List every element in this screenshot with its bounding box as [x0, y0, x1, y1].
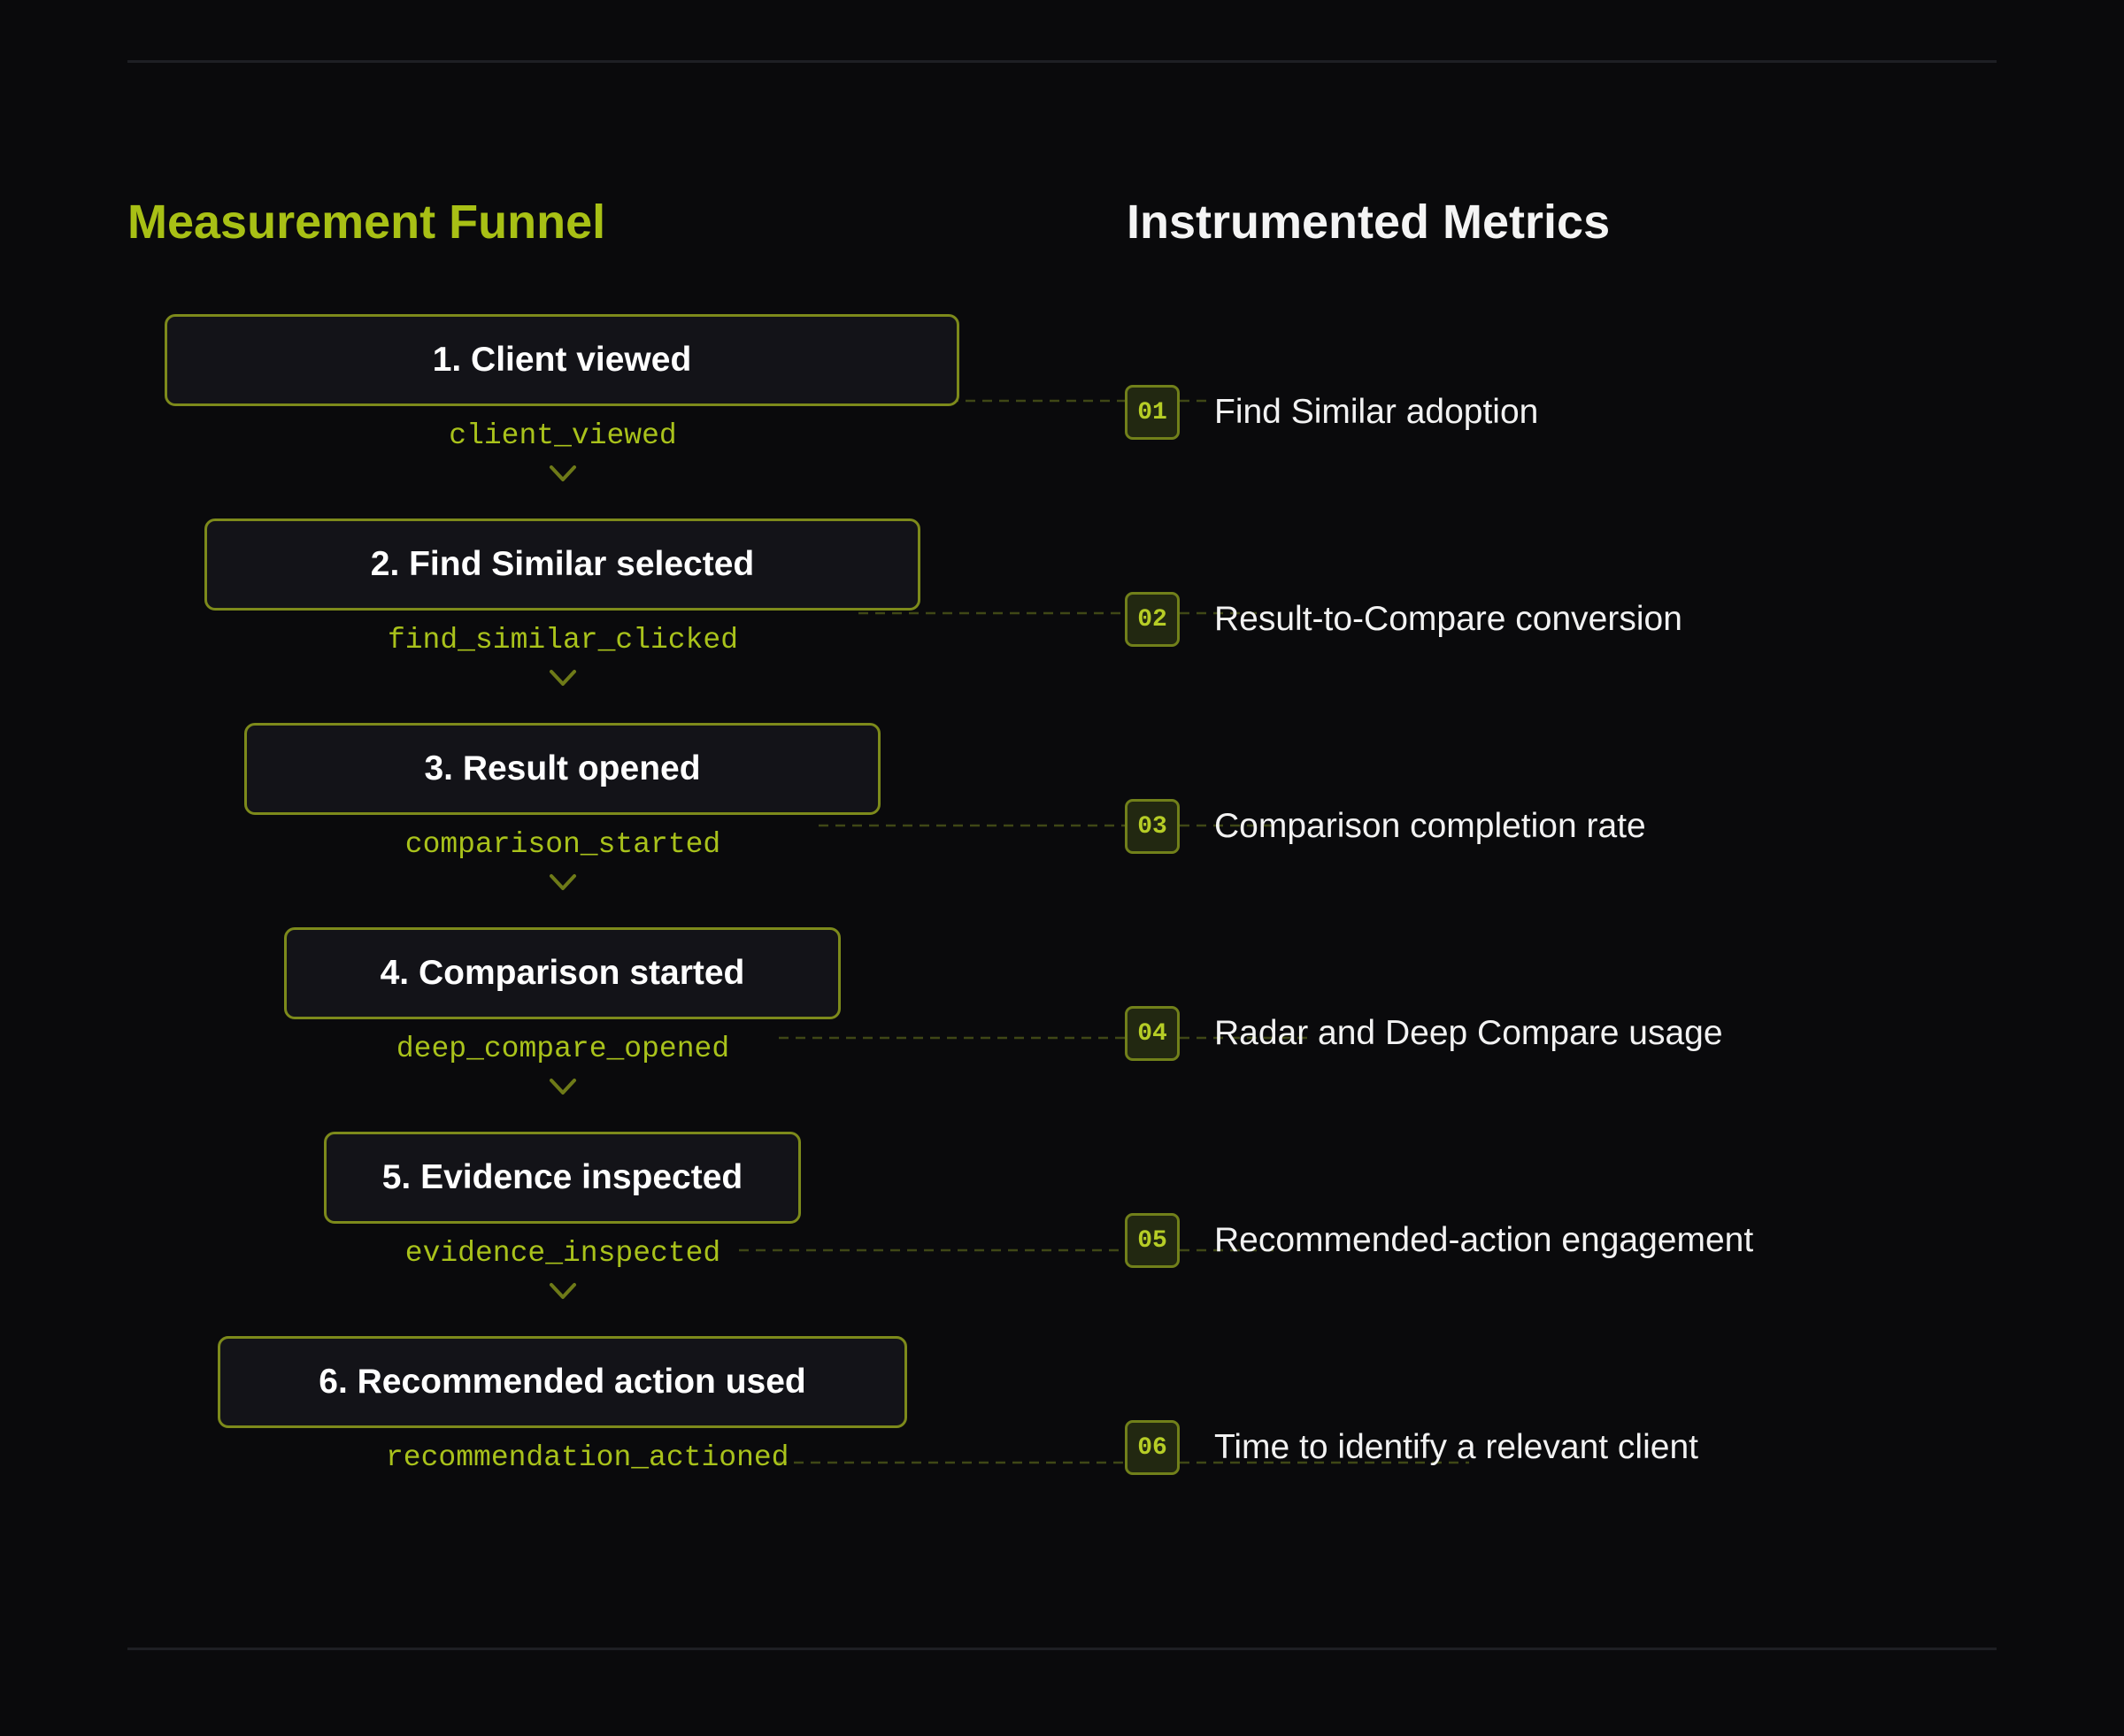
stage-event-name: comparison_started [404, 828, 721, 861]
stage-label: 1. Client viewed [432, 341, 692, 379]
metric-number-badge: 04 [1125, 1006, 1180, 1061]
metric-item: 06 Time to identify a relevant client [1125, 1420, 2010, 1475]
stage-event-name: client_viewed [449, 419, 677, 452]
stage-event-name: find_similar_clicked [387, 624, 739, 657]
funnel-stage: 6. Recommended action used recommendatio… [0, 1336, 2124, 1474]
stage-label: 4. Comparison started [380, 954, 745, 992]
metric-item: 03 Comparison completion rate [1125, 799, 2010, 854]
stage-label: 5. Evidence inspected [381, 1158, 743, 1196]
chevron-down-icon [550, 465, 576, 481]
funnel-stage: 5. Evidence inspected evidence_inspected [0, 1132, 2124, 1299]
stage-label: 2. Find Similar selected [370, 545, 755, 583]
funnel-stage: 1. Client viewed client_viewed [0, 314, 2124, 481]
metric-item: 02 Result-to-Compare conversion [1125, 592, 2010, 647]
stage-box[interactable]: 1. Client viewed [165, 314, 959, 406]
top-divider [127, 60, 1997, 63]
chevron-down-icon [550, 874, 576, 890]
stage-label: 3. Result opened [424, 749, 701, 787]
stage-box[interactable]: 3. Result opened [244, 723, 881, 815]
metric-item: 01 Find Similar adoption [1125, 385, 2010, 440]
metric-number-badge: 05 [1125, 1213, 1180, 1268]
metric-number-badge: 06 [1125, 1420, 1180, 1475]
metric-label: Time to identify a relevant client [1214, 1428, 1698, 1466]
stage-box[interactable]: 6. Recommended action used [218, 1336, 907, 1428]
metric-item: 04 Radar and Deep Compare usage [1125, 1006, 2010, 1061]
chevron-down-icon [550, 1283, 576, 1299]
funnel-stage: 2. Find Similar selected find_similar_cl… [0, 518, 2124, 686]
stage-event-name: recommendation_actioned [386, 1441, 789, 1474]
bottom-divider [127, 1648, 1997, 1650]
stage-box[interactable]: 2. Find Similar selected [204, 518, 920, 611]
stage-event-name: deep_compare_opened [396, 1033, 730, 1065]
metric-number-badge: 03 [1125, 799, 1180, 854]
funnel-stage: 3. Result opened comparison_started [0, 723, 2124, 890]
metric-number-badge: 02 [1125, 592, 1180, 647]
stage-event-name: evidence_inspected [404, 1237, 721, 1270]
metric-label: Find Similar adoption [1214, 393, 1539, 431]
metrics-title: Instrumented Metrics [1127, 196, 1611, 249]
funnel-stage: 4. Comparison started deep_compare_opene… [0, 927, 2124, 1095]
metric-label: Radar and Deep Compare usage [1214, 1014, 1723, 1052]
metric-item: 05 Recommended-action engagement [1125, 1213, 2010, 1268]
chevron-down-icon [550, 670, 576, 686]
stage-box[interactable]: 4. Comparison started [284, 927, 841, 1019]
metric-label: Recommended-action engagement [1214, 1221, 1754, 1259]
stage-box[interactable]: 5. Evidence inspected [324, 1132, 801, 1224]
funnel-title: Measurement Funnel [127, 196, 606, 249]
metric-label: Result-to-Compare conversion [1214, 600, 1682, 638]
chevron-down-icon [550, 1079, 576, 1095]
metric-number-badge: 01 [1125, 385, 1180, 440]
connector-lines [739, 399, 1469, 1464]
metric-label: Comparison completion rate [1214, 807, 1646, 845]
stage-label: 6. Recommended action used [319, 1363, 806, 1401]
